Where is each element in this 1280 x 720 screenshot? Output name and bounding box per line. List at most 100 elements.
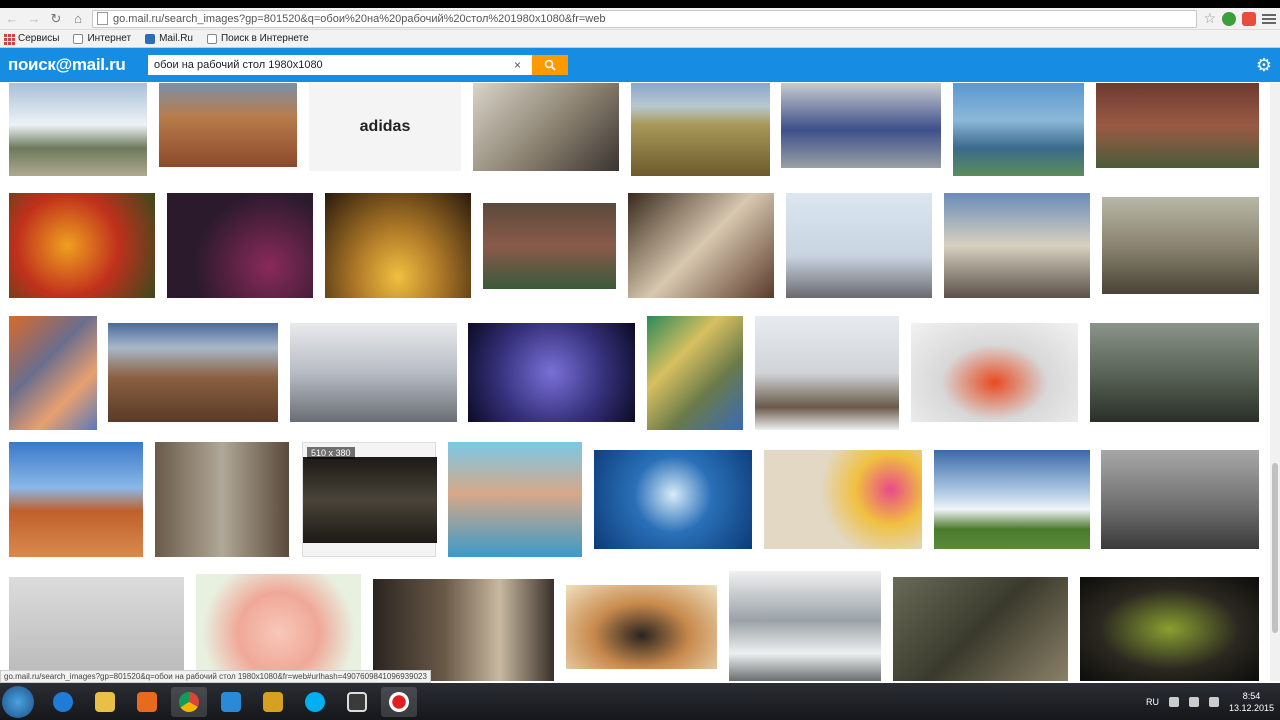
back-button[interactable]: ←	[4, 11, 20, 27]
apps-grid-icon	[4, 33, 15, 45]
address-url[interactable]: go.mail.ru/search_images?gp=801520&q=обо…	[113, 13, 606, 25]
search-button[interactable]	[532, 55, 568, 75]
address-bar[interactable]: go.mail.ru/search_images?gp=801520&q=обо…	[92, 9, 1198, 28]
taskbar-explorer[interactable]	[87, 687, 123, 717]
image-result-mech[interactable]	[1090, 323, 1259, 422]
image-result-bathroom[interactable]	[373, 579, 554, 681]
taskbar-recorder[interactable]	[381, 686, 417, 717]
bookmark-mailru[interactable]: Mail.Ru	[145, 33, 193, 44]
image-result-hotrod[interactable]	[1080, 577, 1259, 681]
screen-top-edge	[0, 0, 1280, 8]
forward-button[interactable]: →	[26, 11, 42, 27]
chrome-icon	[179, 691, 199, 712]
extension-icon[interactable]	[1222, 11, 1236, 26]
mail-agent-icon	[221, 691, 241, 712]
bookmark-label: Mail.Ru	[159, 33, 193, 44]
search-header: поиск@mail.ru × ⚙	[0, 48, 1280, 82]
gear-icon[interactable]: ⚙	[1256, 55, 1272, 76]
taskbar-skype[interactable]	[297, 687, 333, 717]
start-button[interactable]	[2, 685, 34, 718]
image-result-car-girl[interactable]	[473, 83, 619, 171]
flag-icon[interactable]	[1168, 696, 1179, 707]
taskbar-video-editor[interactable]	[339, 687, 375, 717]
image-result-festivale[interactable]	[764, 450, 922, 549]
image-result-beach-girl[interactable]	[448, 442, 582, 557]
network-icon[interactable]	[1188, 696, 1199, 707]
video-editor-icon	[347, 691, 367, 712]
scrollbar-thumb[interactable]	[1272, 463, 1278, 633]
taskbar-ie[interactable]	[45, 687, 81, 717]
page-scrollbar[interactable]	[1270, 83, 1280, 681]
mailru-icon	[145, 33, 156, 44]
search-input[interactable]	[148, 55, 532, 75]
image-result-red-rocks[interactable]	[1096, 83, 1259, 168]
clock-time: 8:54	[1242, 690, 1261, 701]
bookmark-label: Интернет	[87, 33, 132, 44]
image-result-road[interactable]	[631, 83, 770, 176]
bookmark-internet[interactable]: Интернет	[73, 33, 131, 44]
image-result-city[interactable]	[953, 83, 1084, 176]
image-result-dinosaur[interactable]	[1102, 197, 1259, 294]
image-result-supercars[interactable]	[944, 193, 1090, 298]
image-result-field[interactable]	[934, 450, 1090, 549]
image-result-moss-rocks[interactable]	[483, 203, 616, 289]
image-result-blue-car[interactable]	[781, 83, 941, 168]
image-result-pilot[interactable]	[566, 585, 717, 669]
image-result-collage-2[interactable]	[647, 316, 743, 430]
image-result-adidas[interactable]: adidas	[309, 83, 461, 171]
page-icon	[206, 33, 217, 44]
image-result-bw-player[interactable]	[1101, 450, 1259, 549]
image-result-canyon[interactable]	[159, 83, 297, 167]
image-result-bokeh[interactable]	[167, 193, 313, 298]
browser-toolbar: ← → ↻ ⌂ go.mail.ru/search_images?gp=8015…	[0, 8, 1280, 30]
bookmark-search[interactable]: Поиск в Интернете	[206, 33, 309, 44]
menu-icon[interactable]	[1262, 13, 1276, 24]
media-player-icon	[137, 691, 157, 712]
taskbar-mail-agent[interactable]	[213, 687, 249, 717]
search-box: ×	[148, 55, 568, 75]
image-preview	[303, 457, 437, 543]
image-result-hexagons[interactable]	[468, 323, 635, 422]
image-result-limp-bizkit[interactable]: 510 x 380	[302, 442, 437, 557]
image-result-mountains[interactable]	[9, 83, 147, 176]
status-bar: go.mail.ru/search_images?gp=801520&q=обо…	[0, 670, 431, 683]
bookmark-services[interactable]: Сервисы	[4, 33, 60, 45]
image-result-pebbles[interactable]	[786, 193, 932, 298]
image-result-rose[interactable]	[196, 574, 361, 681]
image-result-slot-canyon[interactable]	[155, 442, 289, 557]
game-icon	[263, 691, 283, 712]
bookmark-label: Сервисы	[18, 33, 60, 44]
image-result-viper[interactable]	[290, 323, 457, 422]
page-icon	[97, 12, 108, 25]
taskbar-media-player[interactable]	[129, 687, 165, 717]
taskbar-game[interactable]	[255, 687, 291, 717]
image-result-plane-model[interactable]	[9, 577, 184, 681]
page-icon	[73, 33, 84, 44]
logo[interactable]: поиск@mail.ru	[8, 55, 148, 75]
home-button[interactable]: ⌂	[70, 11, 86, 27]
image-result-fantasy[interactable]	[893, 577, 1068, 681]
image-result-monument-valley[interactable]	[9, 442, 143, 557]
bookmarks-bar: Сервисы Интернет Mail.Ru Поиск в Интерне…	[0, 30, 1280, 48]
reload-button[interactable]: ↻	[48, 11, 64, 27]
image-result-snow-cabin[interactable]	[755, 316, 899, 430]
image-result-anime[interactable]	[628, 193, 774, 298]
clock[interactable]: 8:54 13.12.2015	[1229, 690, 1274, 714]
image-result-canyon-wide[interactable]	[108, 323, 278, 422]
volume-icon[interactable]	[1208, 696, 1219, 707]
image-result-globe[interactable]	[594, 450, 752, 549]
ie-icon	[53, 691, 73, 712]
image-result-headphones[interactable]	[325, 193, 471, 298]
recorder-icon	[389, 691, 409, 712]
language-indicator[interactable]: RU	[1146, 697, 1159, 707]
taskbar-chrome[interactable]	[171, 686, 207, 717]
image-result-village[interactable]	[729, 571, 881, 681]
bookmark-star-icon[interactable]: ☆	[1203, 10, 1216, 27]
image-result-lamborghini[interactable]	[911, 323, 1078, 422]
image-result-cherries[interactable]	[9, 193, 155, 298]
explorer-icon	[95, 691, 115, 712]
bookmark-label: Поиск в Интернете	[220, 33, 309, 44]
clock-date: 13.12.2015	[1228, 702, 1274, 713]
image-result-collage[interactable]	[9, 316, 97, 430]
extension-icon[interactable]	[1242, 11, 1256, 26]
